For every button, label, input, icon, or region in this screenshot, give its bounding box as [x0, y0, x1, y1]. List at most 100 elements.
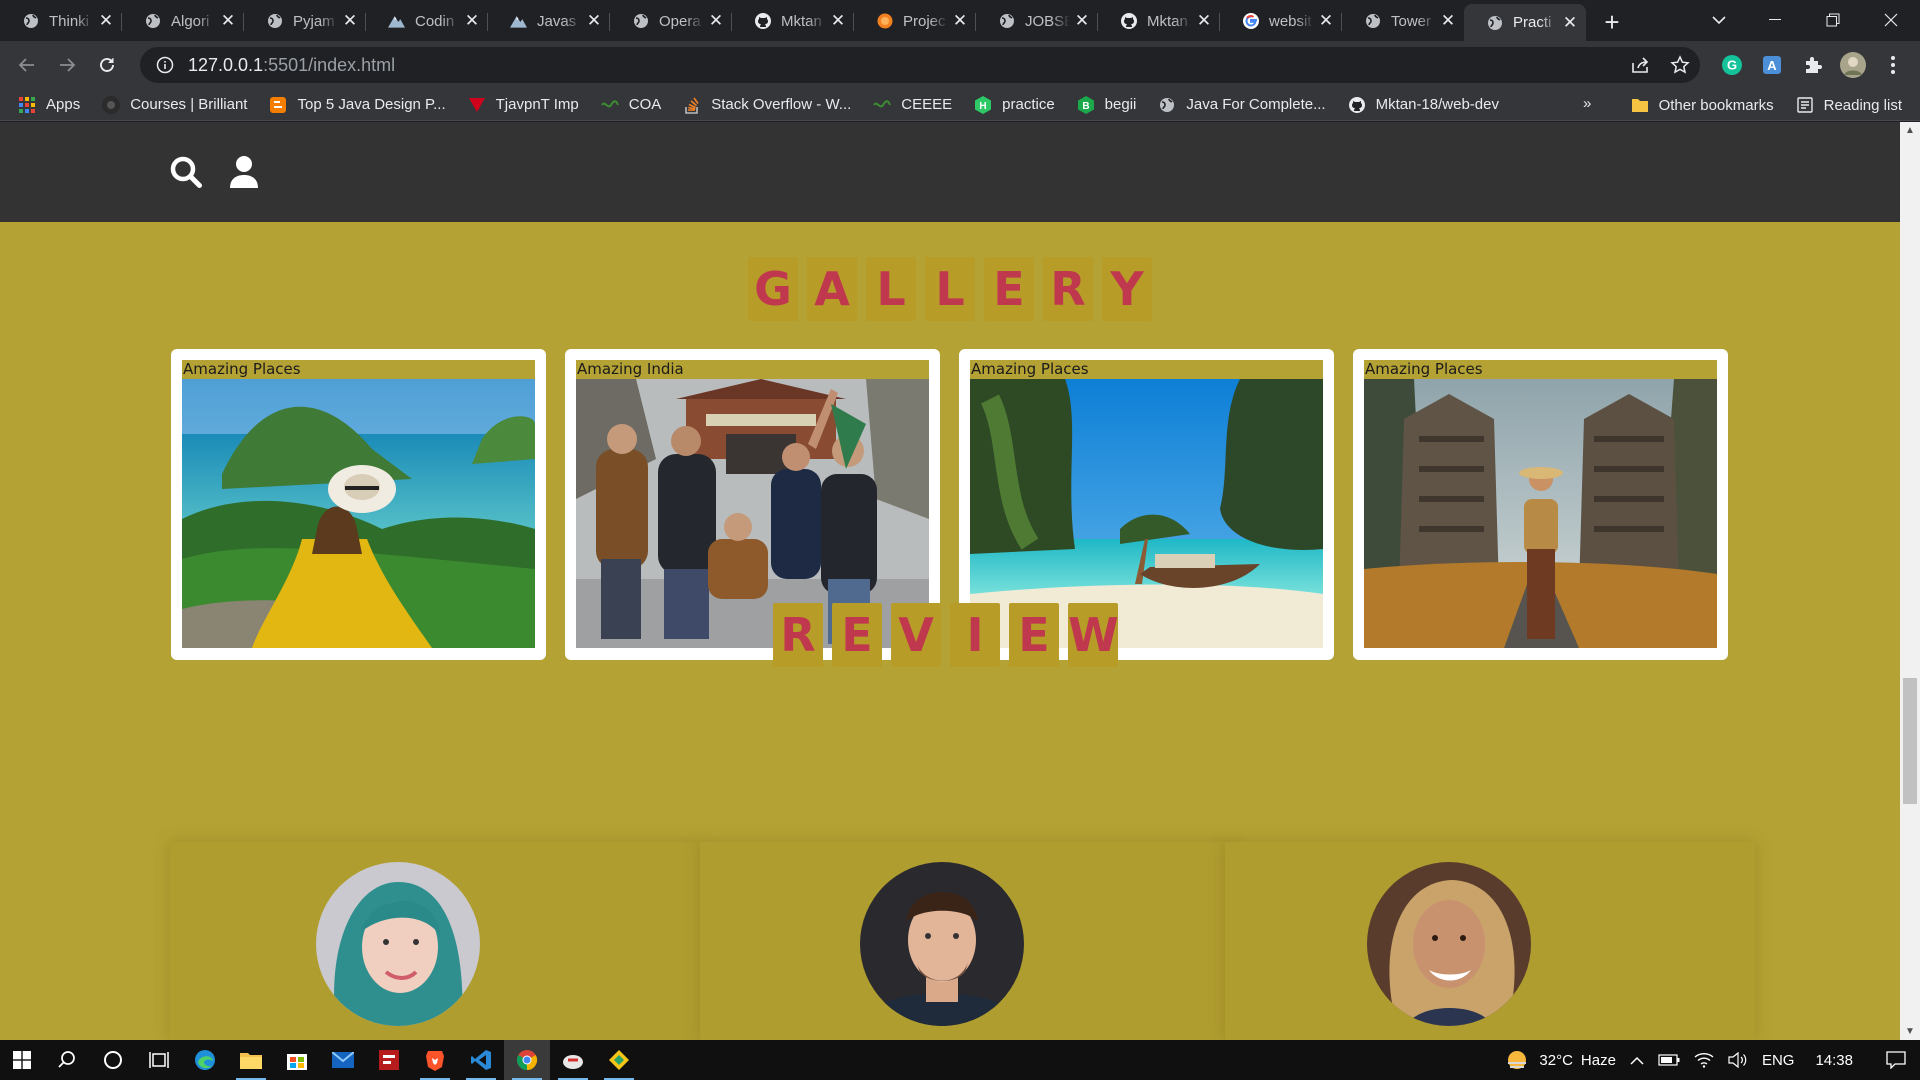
mongodb-compass-taskbar-icon[interactable]	[550, 1040, 596, 1080]
more-bookmarks-button[interactable]: »	[1583, 95, 1591, 112]
browser-tab[interactable]: websit ✕	[1220, 4, 1342, 38]
tab-title: Tower	[1391, 12, 1432, 30]
page-scrollbar[interactable]: ▲ ▼	[1900, 122, 1920, 1040]
browser-tab[interactable]: JOBSE ✕	[976, 4, 1098, 38]
vscode-taskbar-icon[interactable]	[458, 1040, 504, 1080]
close-tab-icon[interactable]: ✕	[708, 12, 724, 29]
folder-icon	[240, 1053, 262, 1069]
task-view-button[interactable]	[136, 1040, 182, 1080]
browser-tab[interactable]: Mktan ✕	[732, 4, 854, 38]
gallery-heading: GALLERY	[748, 257, 1152, 321]
forward-button[interactable]	[51, 49, 83, 81]
store-icon	[287, 1054, 307, 1070]
browser-tab[interactable]: Practi ✕	[1464, 4, 1586, 41]
windows-logo-icon	[13, 1051, 31, 1069]
file-explorer-taskbar-icon[interactable]	[228, 1040, 274, 1080]
browser-tab[interactable]: Algori ✕	[122, 4, 244, 38]
puzzle-icon	[1806, 57, 1822, 73]
blogger-icon	[269, 96, 287, 114]
chrome-taskbar-icon[interactable]	[504, 1040, 550, 1080]
bookmark-item[interactable]: Hpractice	[974, 95, 1055, 114]
user-icon[interactable]	[224, 152, 264, 192]
close-tab-icon[interactable]: ✕	[1440, 12, 1456, 29]
scroll-down-arrow[interactable]: ▼	[1900, 1023, 1920, 1040]
close-tab-icon[interactable]: ✕	[98, 12, 114, 29]
back-arrow-icon	[18, 58, 34, 72]
bookmark-star-button[interactable]	[1660, 47, 1700, 83]
volume-button[interactable]	[1728, 1052, 1748, 1068]
network-button[interactable]	[1694, 1052, 1714, 1068]
bookmark-item[interactable]: Bbegii	[1077, 95, 1136, 114]
address-bar[interactable]: 127.0.0.1:5501/index.html	[140, 47, 1700, 83]
cortana-button[interactable]	[90, 1040, 136, 1080]
bookmark-item[interactable]: CEEEE	[873, 96, 952, 114]
profile-button[interactable]	[1838, 50, 1868, 80]
folder-icon	[1631, 96, 1649, 114]
grammarly-extension[interactable]: G	[1717, 50, 1747, 80]
window-controls	[1746, 0, 1920, 40]
bookmark-item[interactable]: Mktan-18/web-dev	[1348, 96, 1499, 114]
bookmark-item[interactable]: Java For Complete...	[1158, 96, 1326, 114]
gallery-card-caption: Amazing Places	[1364, 360, 1717, 379]
language-indicator[interactable]: ENG	[1762, 1052, 1795, 1069]
close-tab-icon[interactable]: ✕	[220, 12, 236, 29]
close-tab-icon[interactable]: ✕	[1074, 12, 1090, 29]
battery-button[interactable]	[1658, 1054, 1680, 1066]
close-tab-icon[interactable]: ✕	[952, 12, 968, 29]
back-button[interactable]	[11, 49, 43, 81]
browser-tab[interactable]: Mktan ✕	[1098, 4, 1220, 38]
bookmark-item[interactable]: Top 5 Java Design P...	[269, 96, 446, 114]
show-hidden-icons-button[interactable]	[1630, 1056, 1644, 1065]
tab-search-button[interactable]	[1706, 8, 1732, 32]
review-heading-letter: E	[832, 603, 882, 667]
other-bookmarks-folder[interactable]: Other bookmarks	[1631, 96, 1774, 114]
mail-taskbar-icon[interactable]	[320, 1040, 366, 1080]
close-tab-icon[interactable]: ✕	[342, 12, 358, 29]
clock[interactable]: 14:38	[1815, 1052, 1853, 1069]
translate-extension[interactable]: A	[1757, 50, 1787, 80]
browser-tab[interactable]: Javas ✕	[488, 4, 610, 38]
git-taskbar-icon[interactable]	[596, 1040, 642, 1080]
start-button[interactable]	[0, 1040, 44, 1080]
close-tab-icon[interactable]: ✕	[1318, 12, 1334, 29]
bookmark-item[interactable]: Courses | Brilliant	[102, 95, 247, 114]
browser-menu-button[interactable]	[1878, 50, 1908, 80]
browser-tab[interactable]: Tower ✕	[1342, 4, 1464, 38]
reload-button[interactable]	[91, 49, 123, 81]
bookmark-item[interactable]: Stack Overflow - W...	[683, 96, 851, 114]
scroll-up-arrow[interactable]: ▲	[1900, 122, 1920, 139]
close-window-button[interactable]	[1862, 0, 1920, 40]
new-tab-button[interactable]: +	[1592, 4, 1632, 41]
browser-tab[interactable]: Pyjam ✕	[244, 4, 366, 38]
restore-button[interactable]	[1804, 0, 1862, 40]
filezilla-taskbar-icon[interactable]	[366, 1040, 412, 1080]
close-tab-icon[interactable]: ✕	[830, 12, 846, 29]
minimize-button[interactable]	[1746, 0, 1804, 40]
close-tab-icon[interactable]: ✕	[586, 12, 602, 29]
close-tab-icon[interactable]: ✕	[464, 12, 480, 29]
scrollbar-thumb[interactable]	[1903, 678, 1917, 804]
reading-list-button[interactable]: Reading list	[1796, 96, 1902, 114]
bookmark-item[interactable]: COA	[600, 96, 661, 114]
share-button[interactable]	[1620, 47, 1660, 83]
store-taskbar-icon[interactable]	[274, 1040, 320, 1080]
weather-widget[interactable]: 32°C Haze	[1505, 1048, 1616, 1072]
info-icon[interactable]	[156, 56, 174, 74]
browser-tab[interactable]: Projec ✕	[854, 4, 976, 38]
gallery-card[interactable]: Amazing Places	[1353, 349, 1728, 660]
taskbar-search-button[interactable]	[44, 1040, 90, 1080]
browser-tab[interactable]: Thinki ✕	[0, 4, 122, 38]
brave-taskbar-icon[interactable]	[412, 1040, 458, 1080]
extensions-button[interactable]	[1798, 50, 1828, 80]
action-center-button[interactable]	[1886, 1051, 1906, 1069]
close-tab-icon[interactable]: ✕	[1562, 14, 1578, 31]
tab-title: Projec	[903, 12, 946, 30]
close-tab-icon[interactable]: ✕	[1196, 12, 1212, 29]
edge-taskbar-icon[interactable]	[182, 1040, 228, 1080]
browser-tab[interactable]: Opera ✕	[610, 4, 732, 38]
bookmark-item[interactable]: TjavpnT Imp	[468, 96, 579, 114]
bookmark-item[interactable]: Apps	[18, 96, 80, 114]
browser-tab[interactable]: Codin ✕	[366, 4, 488, 38]
gallery-card[interactable]: Amazing Places	[171, 349, 546, 660]
search-icon[interactable]	[166, 152, 206, 192]
